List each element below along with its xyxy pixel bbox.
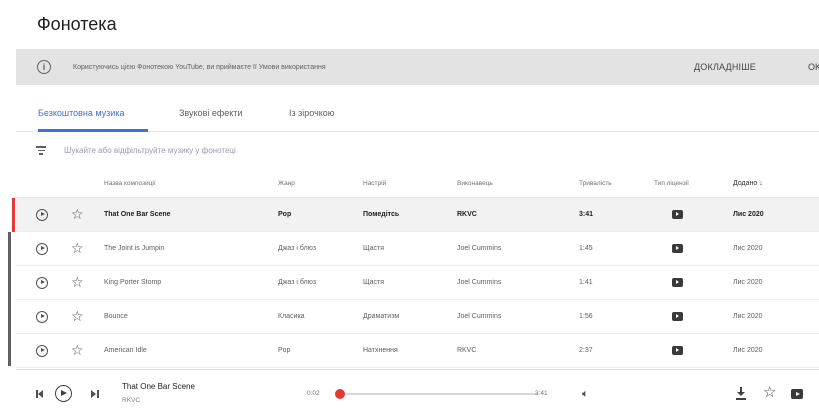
track-mood: Щастя [363, 279, 385, 286]
track-artist: RKVC [457, 211, 477, 218]
track-duration: 1:41 [579, 279, 593, 286]
table-row[interactable]: ☆ King Porter Stomp Джаз і блюз Щастя Jo… [16, 266, 819, 300]
column-header-added[interactable]: Додано ↓ [733, 180, 763, 187]
search-filter-row [16, 140, 819, 162]
play-icon[interactable] [36, 243, 48, 255]
now-playing-title: That One Bar Scene [122, 382, 195, 391]
track-duration: 1:45 [579, 245, 593, 252]
track-mood: Помедітсь [363, 211, 400, 218]
youtube-license-icon [672, 312, 683, 321]
track-mood: Натхнення [363, 347, 398, 354]
table-header: Назва композиції Жанр Настрій Виконавець… [16, 170, 819, 198]
star-icon[interactable]: ☆ [71, 241, 84, 255]
progress-track[interactable] [338, 393, 538, 395]
star-icon[interactable]: ☆ [71, 207, 84, 221]
page-title: Фонотека [37, 14, 117, 34]
scroll-indicator[interactable] [8, 232, 11, 366]
track-name: King Porter Stomp [104, 279, 162, 286]
track-genre: Pop [278, 347, 291, 354]
youtube-license-icon [672, 244, 683, 253]
tab-starred[interactable]: Із зірочкою [289, 108, 335, 118]
active-tab-indicator [38, 129, 148, 132]
tab-bar: Безкоштовна музика Звукові ефекти Із зір… [16, 96, 819, 132]
track-added: Лис 2020 [733, 313, 763, 320]
tab-sound-effects[interactable]: Звукові ефекти [179, 108, 242, 118]
play-pause-button[interactable] [55, 385, 72, 402]
youtube-license-icon [672, 210, 683, 219]
download-icon[interactable] [736, 387, 746, 400]
selected-row-marker [12, 198, 15, 232]
track-added: Лис 2020 [733, 279, 763, 286]
star-icon[interactable]: ☆ [71, 343, 84, 357]
play-icon[interactable] [36, 311, 48, 323]
track-duration: 1:56 [579, 313, 593, 320]
learn-more-link[interactable]: ДОКЛАДНІШЕ [694, 62, 756, 72]
track-genre: Джаз і блюз [278, 279, 317, 286]
track-genre: Pop [278, 211, 292, 218]
youtube-license-icon [672, 346, 683, 355]
table-row[interactable]: ☆ That One Bar Scene Pop Помедітсь RKVC … [12, 198, 819, 232]
track-artist: Joel Cummins [457, 313, 502, 320]
table-row[interactable]: ☆ The Joint is Jumpin Джаз і блюз Щастя … [16, 232, 819, 266]
tab-free-music[interactable]: Безкоштовна музика [38, 108, 124, 118]
skip-previous-icon[interactable] [36, 390, 44, 398]
total-time: 3:41 [535, 390, 548, 397]
track-name: That One Bar Scene [104, 211, 171, 218]
track-name: Bounce [104, 313, 128, 320]
column-header-artist[interactable]: Виконавець [457, 180, 493, 187]
ok-button[interactable]: OK [808, 62, 819, 72]
play-icon[interactable] [36, 277, 48, 289]
column-header-mood[interactable]: Настрій [363, 180, 386, 187]
star-icon[interactable]: ☆ [763, 385, 776, 400]
track-duration: 3:41 [579, 211, 594, 218]
youtube-icon[interactable] [791, 389, 803, 399]
track-duration: 2:37 [579, 347, 593, 354]
play-icon[interactable] [36, 345, 48, 357]
track-artist: RKVC [457, 347, 477, 354]
filter-icon[interactable] [36, 146, 46, 155]
track-name: American Idle [104, 347, 147, 354]
search-input[interactable] [64, 142, 444, 158]
track-mood: Драматизм [363, 313, 400, 320]
star-icon[interactable]: ☆ [71, 275, 84, 289]
track-genre: Класика [278, 313, 305, 320]
column-header-genre[interactable]: Жанр [278, 180, 295, 187]
play-icon[interactable] [36, 209, 48, 221]
terms-notice-banner: i Користуючись цією Фонотекою YouTube, в… [16, 49, 819, 85]
track-artist: Joel Cummins [457, 279, 502, 286]
track-artist: Joel Cummins [457, 245, 502, 252]
skip-next-icon[interactable] [91, 390, 99, 398]
info-icon: i [37, 60, 51, 74]
notice-text: Користуючись цією Фонотекою YouTube, ви … [73, 63, 326, 71]
track-added: Лис 2020 [733, 347, 763, 354]
table-row[interactable]: ☆ American Idle Pop Натхнення RKVC 2:37 … [16, 334, 819, 368]
progress-knob[interactable] [335, 389, 345, 399]
track-mood: Щастя [363, 245, 385, 252]
track-genre: Джаз і блюз [278, 245, 317, 252]
audio-player-bar: That One Bar Scene RKVC 0:02 3:41 🔈︎ ☆ [16, 369, 819, 417]
table-row[interactable]: ☆ Bounce Класика Драматизм Joel Cummins … [16, 300, 819, 334]
now-playing-artist: RKVC [122, 397, 141, 404]
current-time: 0:02 [307, 390, 320, 397]
track-added: Лис 2020 [733, 245, 763, 252]
track-name: The Joint is Jumpin [104, 245, 165, 252]
star-icon[interactable]: ☆ [71, 309, 84, 323]
volume-icon[interactable]: 🔈︎ [582, 388, 589, 400]
column-header-name[interactable]: Назва композиції [104, 180, 156, 187]
column-header-duration[interactable]: Тривалість [579, 180, 612, 187]
youtube-license-icon [672, 278, 683, 287]
column-header-license[interactable]: Тип ліцензії [654, 180, 689, 187]
track-added: Лис 2020 [733, 211, 764, 218]
